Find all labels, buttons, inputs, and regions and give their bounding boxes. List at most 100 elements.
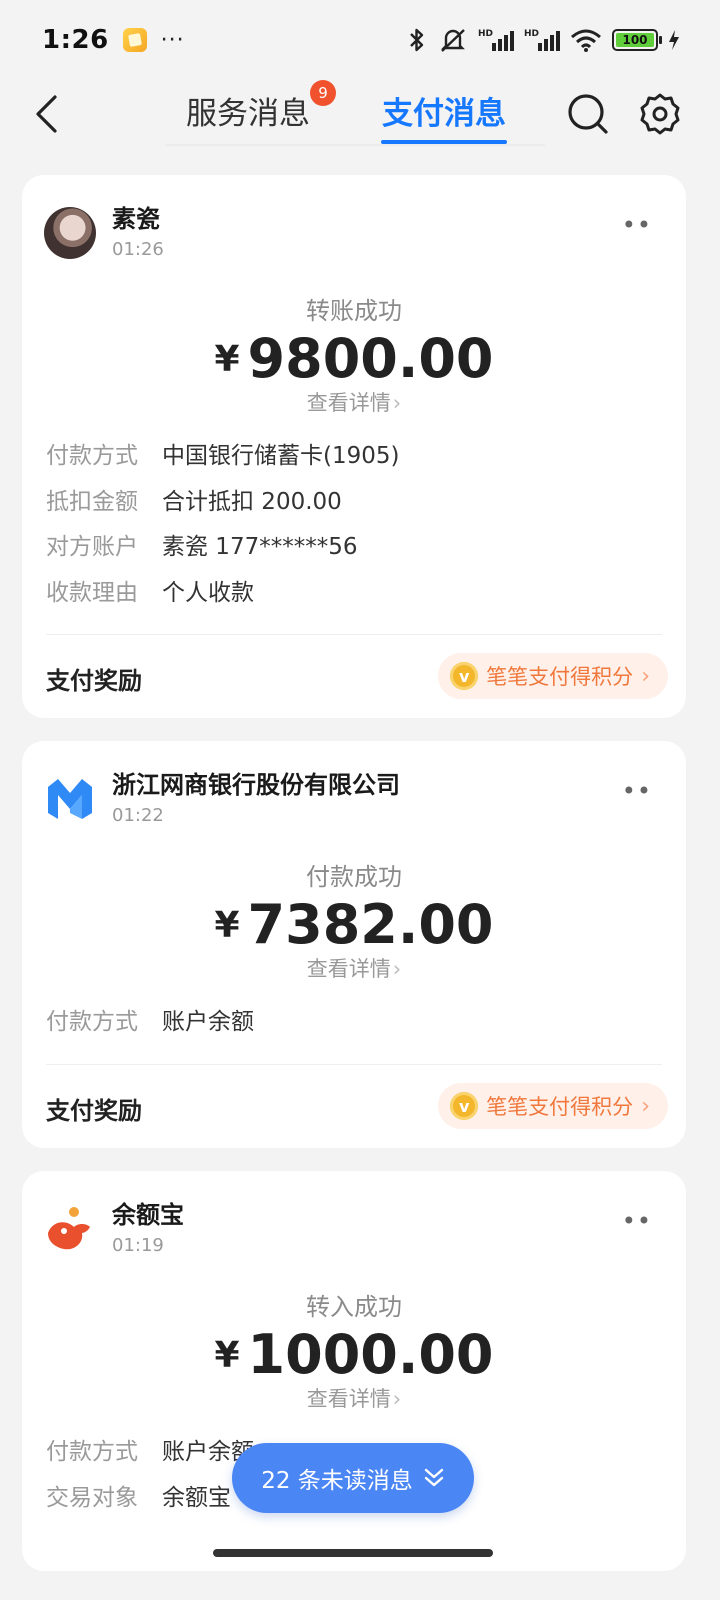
yuebao-logo-icon: [44, 1203, 96, 1255]
signal-1-icon: HD: [478, 29, 514, 51]
detail-row: 交易对象 余额宝: [46, 1481, 231, 1515]
reward-points-button[interactable]: v 笔笔支付得积分 ›: [438, 1083, 668, 1129]
detail-key: 付款方式: [46, 443, 138, 469]
mute-icon: [441, 29, 465, 52]
detail-value: 账户余额: [162, 1009, 254, 1035]
chevron-right-icon: ›: [392, 1387, 402, 1411]
charging-icon: [669, 30, 679, 50]
chevron-right-icon: ›: [641, 1093, 650, 1119]
chevron-right-icon: ›: [641, 663, 650, 689]
sender-name: 余额宝: [112, 1201, 184, 1229]
transaction-amount: ¥9800.00: [22, 327, 686, 390]
detail-value: 合计抵扣 200.00: [162, 489, 342, 515]
message-time: 01:19: [112, 1235, 164, 1256]
transaction-status: 付款成功: [306, 863, 402, 891]
status-bar-left: 1:26 ···: [42, 25, 185, 55]
coin-icon: v: [450, 1092, 479, 1120]
tab-payment-messages[interactable]: 支付消息: [382, 88, 506, 133]
search-icon: [568, 94, 608, 134]
view-details-link[interactable]: 查看详情›: [22, 1383, 686, 1413]
reward-label: 支付奖励: [46, 1097, 142, 1125]
card-header: 浙江网商银行股份有限公司 01:22: [44, 769, 400, 829]
transaction-amount: ¥1000.00: [22, 1323, 686, 1386]
home-indicator[interactable]: [213, 1549, 493, 1557]
detail-row: 付款方式 账户余额: [46, 1005, 254, 1039]
payment-card[interactable]: 素瓷 01:26 •• 转账成功 ¥9800.00 查看详情› 付款方式 中国银行…: [22, 175, 686, 718]
battery-level: 100: [616, 33, 654, 47]
detail-key: 付款方式: [46, 1439, 138, 1465]
detail-row: 对方账户 素瓷 177******56: [46, 530, 357, 564]
tab-track: [165, 144, 545, 146]
sender-name: 素瓷: [112, 205, 160, 233]
transaction-status: 转入成功: [306, 1293, 402, 1321]
chevron-right-icon: ›: [392, 957, 402, 981]
card-divider: [46, 1064, 662, 1065]
wifi-icon: [571, 29, 601, 52]
detail-row: 抵扣金额 合计抵扣 200.00: [46, 485, 342, 519]
chevron-right-icon: ›: [392, 391, 402, 415]
unread-messages-button[interactable]: 22 条未读消息: [232, 1443, 474, 1513]
sender-name: 浙江网商银行股份有限公司: [112, 771, 400, 799]
notification-app-icon: [122, 28, 147, 52]
more-dots-icon[interactable]: ••: [622, 211, 652, 239]
tab-service-messages[interactable]: 服务消息: [186, 88, 310, 133]
detail-value: 素瓷 177******56: [162, 534, 358, 560]
detail-value: 余额宝: [162, 1485, 231, 1511]
currency-symbol: ¥: [214, 905, 240, 946]
coin-icon: v: [450, 662, 479, 690]
message-header: 服务消息 9 支付消息: [0, 80, 720, 160]
view-details-label: 查看详情: [306, 957, 391, 981]
double-chevron-down-icon: [424, 1468, 443, 1487]
detail-key: 对方账户: [46, 534, 138, 560]
payment-card[interactable]: 浙江网商银行股份有限公司 01:22 •• 付款成功 ¥7382.00 查看详情…: [22, 741, 686, 1148]
svg-text:HD: HD: [524, 29, 539, 39]
avatar: [44, 207, 96, 259]
signal-2-icon: HD: [524, 29, 560, 51]
detail-row: 付款方式 账户余额: [46, 1435, 254, 1469]
reward-button-label: 笔笔支付得积分: [486, 665, 634, 689]
more-dots-icon[interactable]: ••: [622, 1207, 652, 1235]
mybank-logo-icon: [44, 773, 96, 825]
detail-key: 抵扣金额: [46, 489, 138, 515]
view-details-label: 查看详情: [306, 1387, 391, 1411]
status-bar: 1:26 ··· HD HD 100: [0, 0, 720, 80]
detail-row: 收款理由 个人收款: [46, 576, 254, 610]
transaction-amount: ¥7382.00: [22, 893, 686, 956]
battery-icon: 100: [612, 29, 662, 51]
message-time: 01:22: [112, 805, 164, 826]
more-dots-icon[interactable]: ••: [622, 777, 652, 805]
search-button[interactable]: [564, 90, 612, 138]
status-bar-right: HD HD 100: [406, 27, 680, 53]
detail-value: 中国银行储蓄卡(1905): [162, 443, 400, 469]
view-details-link[interactable]: 查看详情›: [22, 387, 686, 417]
back-button[interactable]: [26, 92, 66, 136]
settings-gear-icon: [640, 93, 680, 135]
view-details-link[interactable]: 查看详情›: [22, 953, 686, 983]
amount-value: 1000.00: [247, 1323, 494, 1386]
transaction-status: 转账成功: [306, 297, 402, 325]
reward-button-label: 笔笔支付得积分: [486, 1095, 634, 1119]
unread-messages-label: 22 条未读消息: [261, 1468, 413, 1494]
detail-key: 交易对象: [46, 1485, 138, 1511]
reward-label: 支付奖励: [46, 667, 142, 695]
back-arrow-icon: [36, 95, 57, 133]
currency-symbol: ¥: [214, 1335, 240, 1376]
detail-row: 付款方式 中国银行储蓄卡(1905): [46, 439, 399, 473]
bluetooth-icon: [410, 28, 424, 52]
currency-symbol: ¥: [214, 339, 240, 380]
detail-key: 付款方式: [46, 1009, 138, 1035]
amount-value: 9800.00: [247, 327, 494, 390]
more-notifications-icon: ···: [160, 27, 185, 53]
status-time: 1:26: [42, 25, 109, 55]
service-unread-badge: 9: [310, 80, 336, 106]
detail-value: 个人收款: [162, 580, 254, 606]
card-header: 余额宝 01:19: [44, 1199, 184, 1259]
card-divider: [46, 634, 662, 635]
card-header: 素瓷 01:26: [44, 203, 164, 263]
svg-text:HD: HD: [478, 29, 493, 39]
detail-key: 收款理由: [46, 580, 138, 606]
message-time: 01:26: [112, 239, 164, 260]
amount-value: 7382.00: [247, 893, 494, 956]
reward-points-button[interactable]: v 笔笔支付得积分 ›: [438, 653, 668, 699]
settings-button[interactable]: [636, 90, 684, 138]
